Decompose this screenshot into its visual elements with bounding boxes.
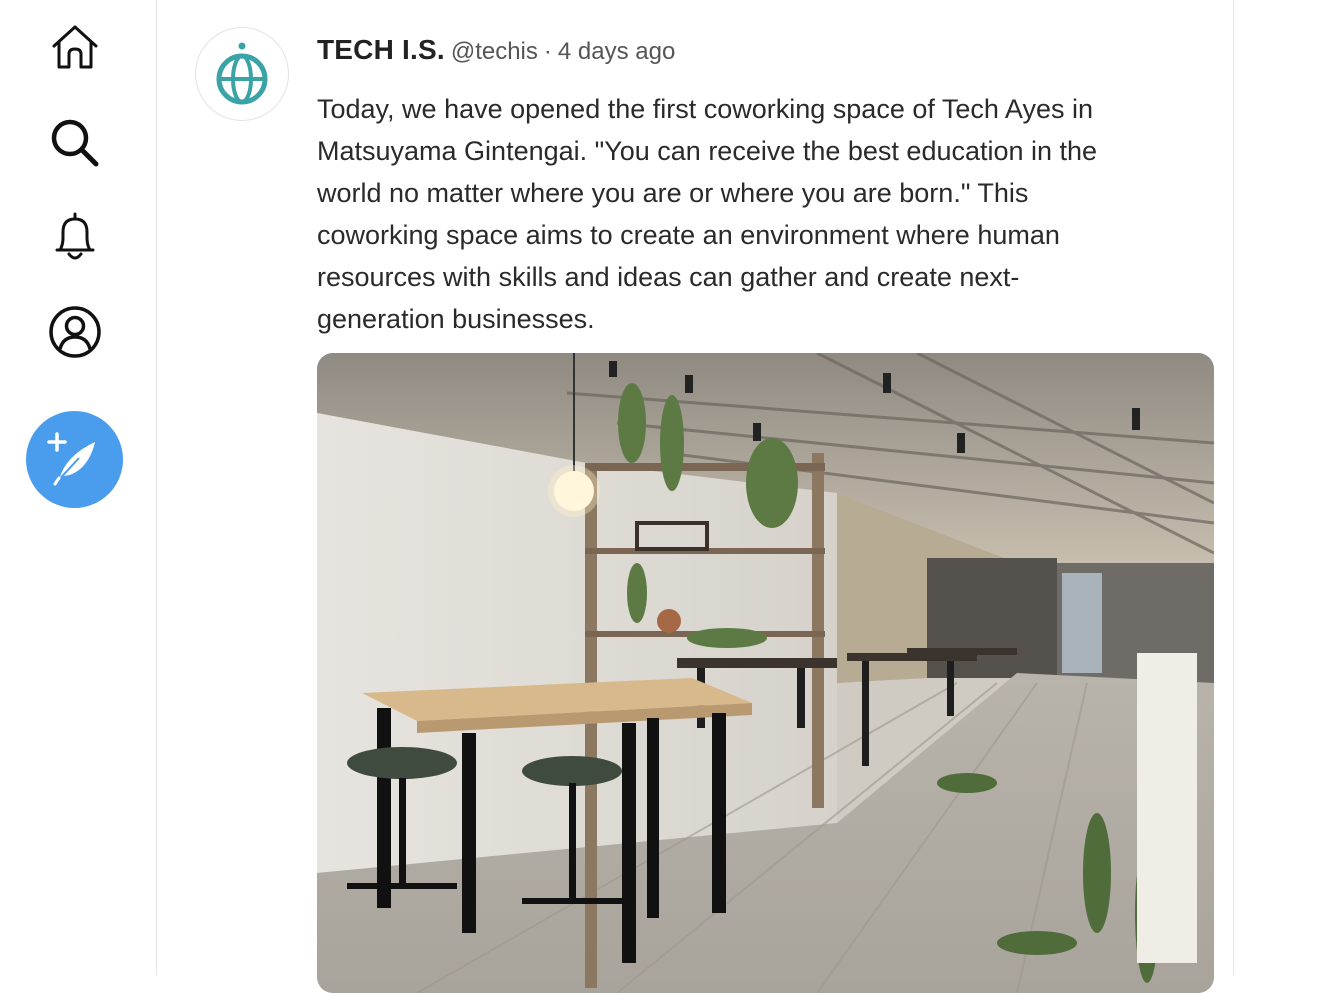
bell-icon <box>55 212 95 260</box>
nav-profile[interactable] <box>45 302 105 362</box>
post-header: TECH I.S. @techis · 4 days ago <box>317 34 675 66</box>
globe-icon <box>216 42 268 105</box>
post-image[interactable] <box>317 353 1214 993</box>
post-timestamp[interactable]: 4 days ago <box>558 38 675 65</box>
author-handle[interactable]: @techis <box>451 38 538 65</box>
coworking-space-photo <box>317 353 1214 993</box>
search-icon <box>51 119 99 167</box>
avatar[interactable] <box>195 27 289 121</box>
post-text-line: Today, we have opened the first coworkin… <box>317 94 1093 124</box>
post-text-line: coworking space aims to create an enviro… <box>317 220 1060 250</box>
home-icon <box>52 25 98 69</box>
user-icon <box>49 306 101 358</box>
post-text-line: world no matter where you are or where y… <box>317 178 1029 208</box>
nav-home[interactable] <box>45 17 105 77</box>
compose-button[interactable] <box>26 411 123 508</box>
header-separator: · <box>543 38 552 65</box>
post-text-line: generation businesses. <box>317 304 595 334</box>
side-nav <box>0 0 156 975</box>
author-name[interactable]: TECH I.S. <box>317 34 445 65</box>
nav-notifications[interactable] <box>45 207 105 267</box>
nav-search[interactable] <box>45 113 105 173</box>
quill-plus-icon <box>46 431 95 485</box>
post-text-line: Matsuyama Gintengai. "You can receive th… <box>317 136 1098 166</box>
post-text-line: resources with skills and ideas can gath… <box>317 262 1020 292</box>
post-text: Today, we have opened the first coworkin… <box>317 88 1197 340</box>
